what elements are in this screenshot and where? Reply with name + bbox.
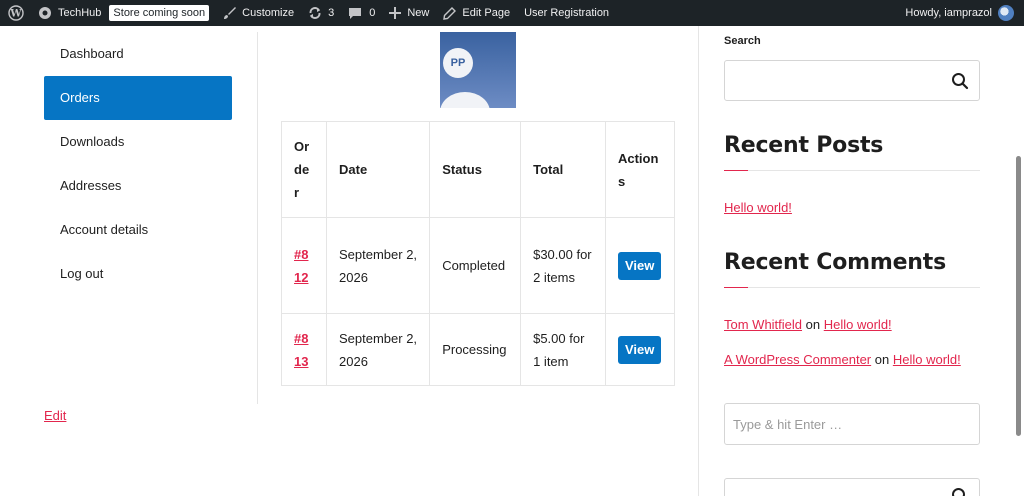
- new-label: New: [407, 7, 430, 19]
- order-number-link[interactable]: #813: [294, 327, 314, 373]
- profile-avatar[interactable]: PP: [440, 32, 516, 108]
- order-number-cell: #813: [281, 313, 327, 386]
- order-date-cell: September 2, 2026: [325, 313, 431, 386]
- comment-author-link[interactable]: A WordPress Commenter: [724, 352, 871, 367]
- comment-on-text: on: [805, 317, 821, 332]
- wordpress-logo-icon[interactable]: W: [0, 0, 31, 26]
- sidebar-divider: [698, 26, 699, 496]
- order-actions-cell: View: [604, 217, 676, 314]
- comment-author-link[interactable]: Tom Whitfield: [724, 317, 802, 332]
- search-field-type-enter[interactable]: Type & hit Enter …: [724, 403, 980, 445]
- order-total-cell: $30.00 for 2 items: [520, 217, 606, 314]
- column-header-total: Total: [520, 121, 606, 218]
- account-navigation: Dashboard Orders Downloads Addresses Acc…: [44, 32, 232, 296]
- order-status-cell: Completed: [429, 217, 522, 314]
- nav-item-dashboard[interactable]: Dashboard: [44, 32, 232, 76]
- recent-posts-rule: [724, 170, 980, 171]
- comment-post-link[interactable]: Hello world!: [824, 317, 892, 332]
- table-row: #813 September 2, 2026 Processing $5.00 …: [281, 313, 676, 386]
- nav-item-addresses[interactable]: Addresses: [44, 164, 232, 208]
- nav-divider: [257, 32, 258, 404]
- recent-comment-item: A WordPress Commenter on Hello world!: [724, 352, 961, 367]
- pencil-icon: [443, 6, 457, 20]
- recent-post-item: Hello world!: [724, 200, 792, 215]
- order-number-link[interactable]: #812: [294, 243, 314, 289]
- customize-label: Customize: [242, 7, 295, 19]
- user-avatar: [998, 5, 1014, 21]
- edit-page-label: Edit Page: [462, 7, 511, 19]
- nav-item-log-out[interactable]: Log out: [44, 252, 232, 296]
- search-icon[interactable]: [951, 487, 969, 496]
- plus-icon: [389, 7, 402, 19]
- search-input[interactable]: [724, 60, 980, 101]
- recent-comments-title: Recent Comments: [724, 250, 946, 275]
- updates-count: 3: [328, 7, 335, 19]
- avatar-body-shape: [440, 92, 490, 108]
- new-content-link[interactable]: New: [382, 0, 436, 26]
- orders-table: Order Date Status Total Actions #812 Sep…: [281, 121, 676, 386]
- home-icon: [39, 7, 51, 19]
- admin-bar: W TechHub Store coming soon Customize 3 …: [0, 0, 1024, 26]
- view-order-button[interactable]: View: [617, 251, 662, 280]
- comment-post-link[interactable]: Hello world!: [893, 352, 961, 367]
- nav-item-downloads[interactable]: Downloads: [44, 120, 232, 164]
- refresh-icon: [309, 7, 321, 19]
- column-header-status: Status: [429, 121, 522, 218]
- order-number-cell: #812: [281, 217, 327, 314]
- search-icon[interactable]: [951, 72, 969, 90]
- nav-item-orders[interactable]: Orders: [44, 76, 232, 120]
- updates-link[interactable]: 3: [301, 0, 341, 26]
- comments-count: 0: [369, 7, 376, 19]
- my-account-menu[interactable]: Howdy, iamprazol: [898, 0, 1024, 26]
- column-header-date: Date: [325, 121, 431, 218]
- order-status-cell: Processing: [429, 313, 522, 386]
- recent-comments-rule: [724, 287, 980, 288]
- column-header-actions: Actions: [604, 121, 676, 218]
- order-actions-cell: View: [604, 313, 676, 386]
- view-order-button[interactable]: View: [617, 335, 662, 364]
- customize-link[interactable]: Customize: [216, 0, 301, 26]
- edit-page-link[interactable]: Edit Page: [436, 0, 517, 26]
- howdy-label: Howdy, iamprazol: [905, 7, 992, 19]
- site-name-menu[interactable]: TechHub Store coming soon: [31, 0, 216, 26]
- comment-bubble-icon: [349, 8, 362, 19]
- recent-posts-title: Recent Posts: [724, 133, 884, 158]
- site-name: TechHub: [58, 7, 102, 19]
- table-header-row: Order Date Status Total Actions: [281, 121, 676, 218]
- recent-post-link[interactable]: Hello world!: [724, 200, 792, 215]
- page-scrollbar[interactable]: [1016, 156, 1021, 436]
- search-field-partial[interactable]: [724, 478, 980, 496]
- brush-icon: [224, 7, 237, 19]
- svg-text:W: W: [9, 9, 22, 20]
- store-status-badge[interactable]: Store coming soon: [109, 5, 210, 21]
- column-header-order: Order: [281, 121, 327, 218]
- user-registration-label: User Registration: [524, 7, 610, 19]
- table-row: #812 September 2, 2026 Completed $30.00 …: [281, 217, 676, 314]
- order-total-cell: $5.00 for 1 item: [520, 313, 606, 386]
- nav-item-account-details[interactable]: Account details: [44, 208, 232, 252]
- comment-on-text: on: [874, 352, 890, 367]
- comments-link[interactable]: 0: [341, 0, 382, 26]
- order-date-cell: September 2, 2026: [325, 217, 431, 314]
- user-registration-link[interactable]: User Registration: [517, 0, 616, 26]
- avatar-initials: PP: [443, 48, 473, 78]
- recent-comment-item: Tom Whitfield on Hello world!: [724, 317, 892, 332]
- edit-link[interactable]: Edit: [44, 408, 66, 423]
- search-widget-title: Search: [724, 35, 761, 47]
